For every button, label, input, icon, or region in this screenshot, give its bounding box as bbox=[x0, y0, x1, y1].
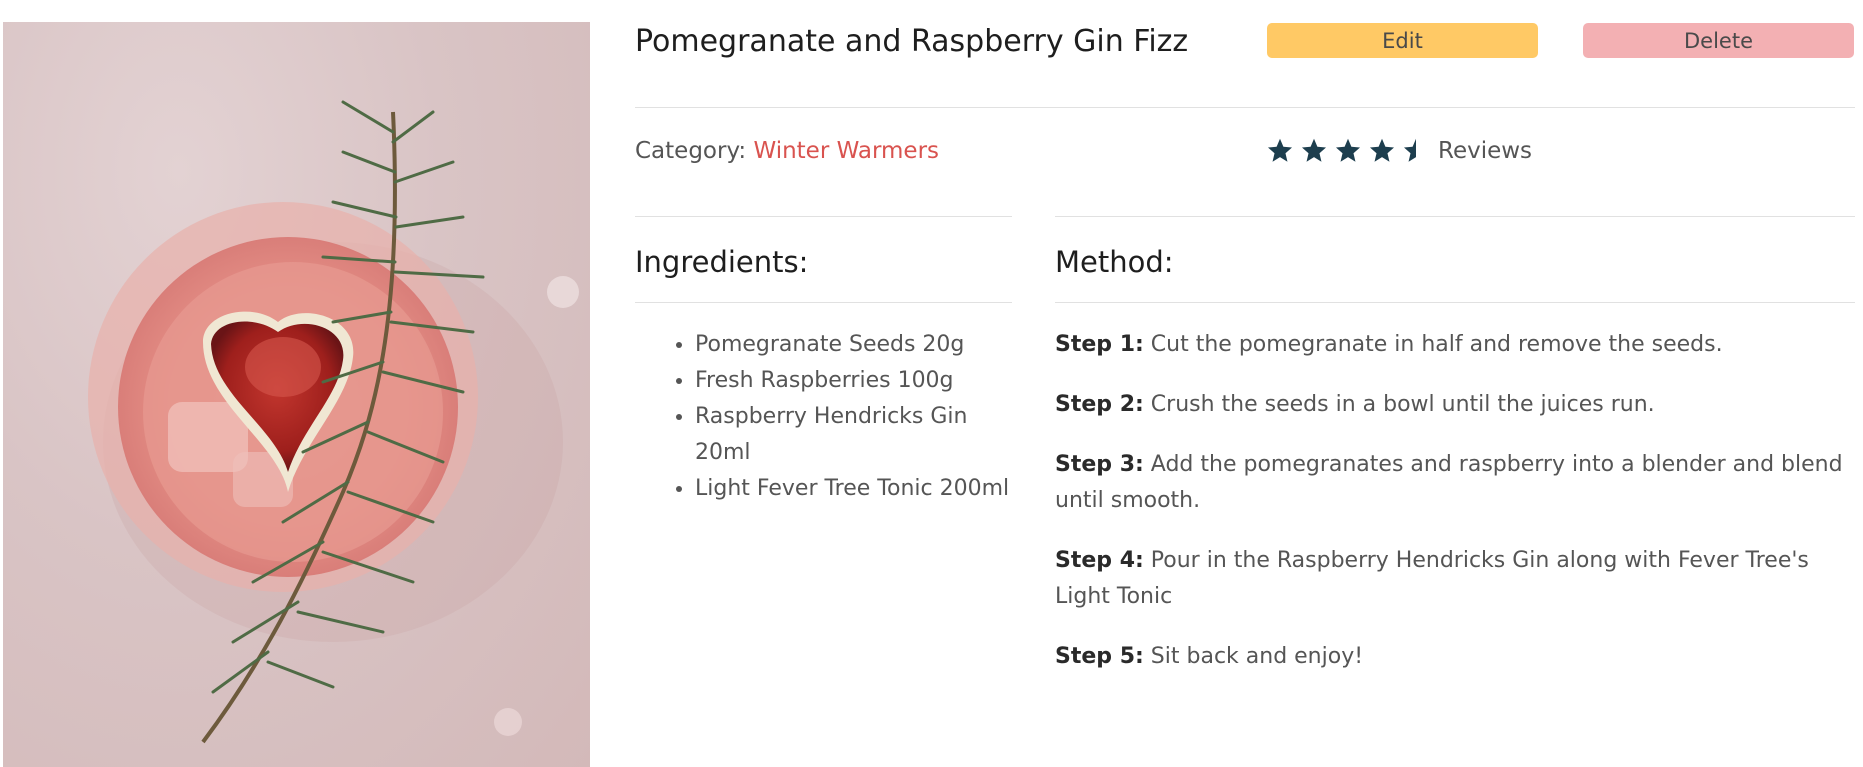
ingredients-top-divider bbox=[635, 216, 1012, 217]
method-step: Step 1: Cut the pomegranate in half and … bbox=[1055, 327, 1855, 363]
rating-stars bbox=[1266, 136, 1430, 166]
star-half-icon bbox=[1403, 138, 1416, 162]
step-label: Step 3: bbox=[1055, 452, 1144, 477]
star-full-icon bbox=[1267, 138, 1293, 162]
method-step: Step 3: Add the pomegranates and raspber… bbox=[1055, 447, 1855, 519]
method-steps: Step 1: Cut the pomegranate in half and … bbox=[1055, 327, 1855, 699]
step-label: Step 4: bbox=[1055, 548, 1144, 573]
step-text: Crush the seeds in a bowl until the juic… bbox=[1150, 392, 1655, 417]
step-text: Add the pomegranates and raspberry into … bbox=[1055, 452, 1843, 513]
method-step: Step 2: Crush the seeds in a bowl until … bbox=[1055, 387, 1855, 423]
method-top-divider bbox=[1055, 216, 1855, 217]
ingredient-item: Fresh Raspberries 100g bbox=[695, 363, 1015, 399]
ingredients-heading-divider bbox=[635, 302, 1012, 303]
recipe-image bbox=[3, 22, 590, 767]
method-heading-divider bbox=[1055, 302, 1855, 303]
edit-button[interactable]: Edit bbox=[1267, 23, 1538, 58]
star-full-icon bbox=[1335, 138, 1361, 162]
method-step: Step 5: Sit back and enjoy! bbox=[1055, 639, 1855, 675]
method-heading: Method: bbox=[1055, 245, 1174, 279]
step-label: Step 5: bbox=[1055, 644, 1144, 669]
ingredient-item: Raspberry Hendricks Gin 20ml bbox=[695, 399, 1015, 471]
step-text: Cut the pomegranate in half and remove t… bbox=[1150, 332, 1723, 357]
category-label: Category: bbox=[635, 138, 747, 164]
title-divider bbox=[635, 107, 1855, 108]
ingredients-list: Pomegranate Seeds 20g Fresh Raspberries … bbox=[635, 327, 1015, 507]
category-link[interactable]: Winter Warmers bbox=[753, 138, 939, 164]
recipe-title: Pomegranate and Raspberry Gin Fizz bbox=[635, 24, 1189, 59]
delete-button[interactable]: Delete bbox=[1583, 23, 1854, 58]
step-label: Step 2: bbox=[1055, 392, 1144, 417]
method-step: Step 4: Pour in the Raspberry Hendricks … bbox=[1055, 543, 1855, 615]
reviews-link[interactable]: Reviews bbox=[1438, 136, 1532, 166]
step-text: Sit back and enjoy! bbox=[1150, 644, 1364, 669]
star-full-icon bbox=[1301, 138, 1327, 162]
star-full-icon bbox=[1369, 138, 1395, 162]
ingredient-item: Pomegranate Seeds 20g bbox=[695, 327, 1015, 363]
ingredients-heading: Ingredients: bbox=[635, 245, 809, 279]
cocktail-illustration bbox=[88, 100, 579, 744]
ingredient-item: Light Fever Tree Tonic 200ml bbox=[695, 471, 1015, 507]
step-text: Pour in the Raspberry Hendricks Gin alon… bbox=[1055, 548, 1809, 609]
step-label: Step 1: bbox=[1055, 332, 1144, 357]
category-row: Category: Winter Warmers bbox=[635, 136, 939, 166]
